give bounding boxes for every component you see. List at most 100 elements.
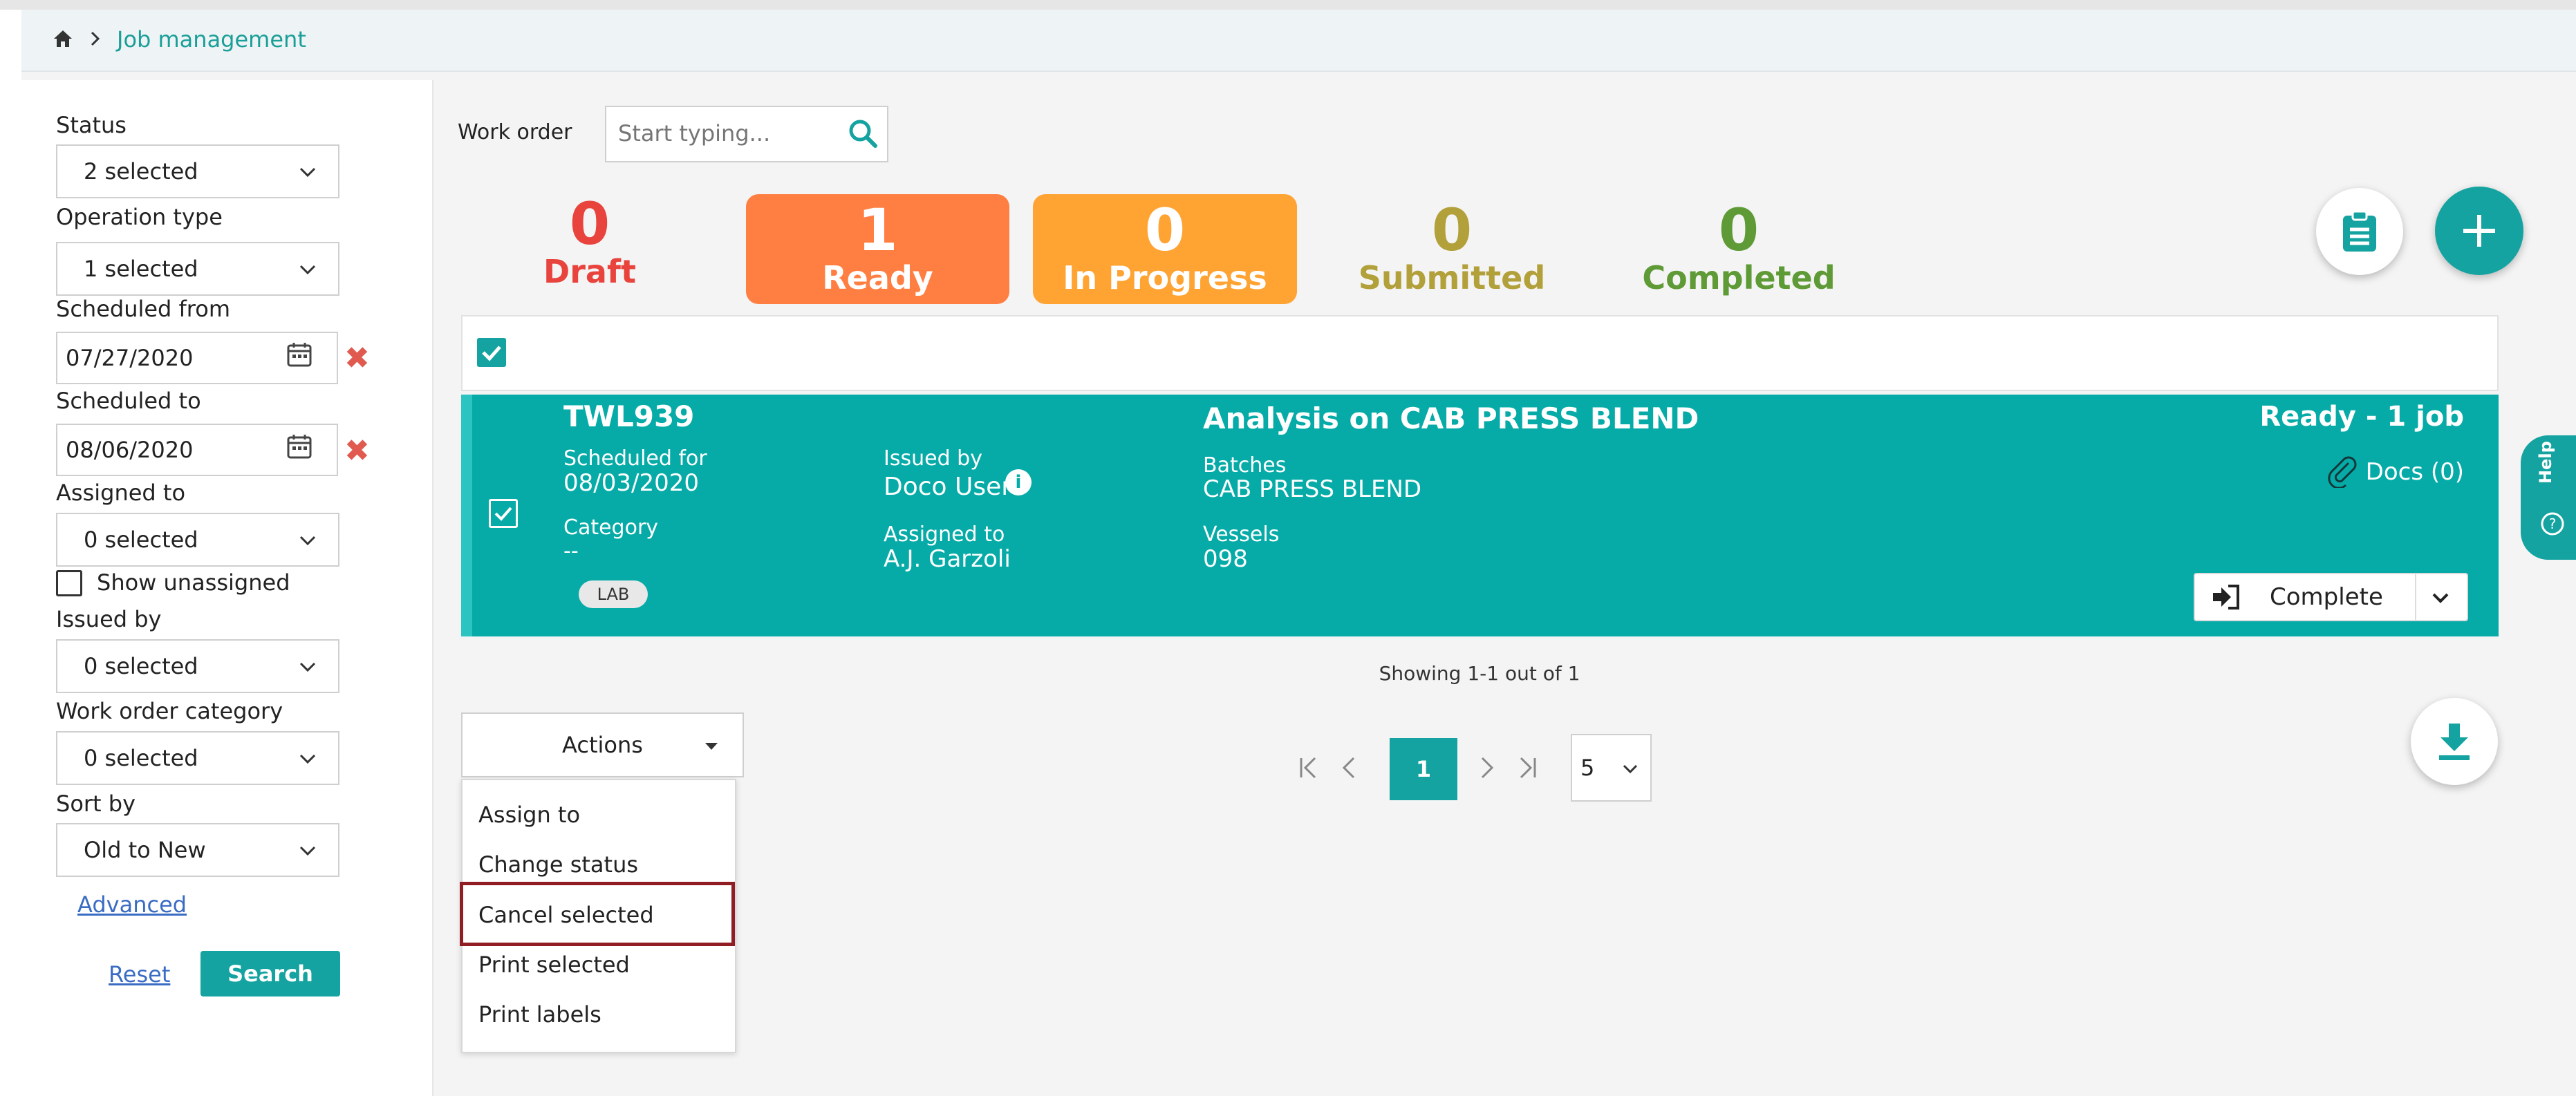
in-progress-count: 0 [1144, 196, 1186, 264]
breadcrumb-current[interactable]: Job management [117, 26, 306, 53]
scheduled-from-label: Scheduled from [56, 296, 230, 322]
job-checkbox[interactable] [489, 499, 518, 528]
clear-date-icon[interactable]: ✖ [344, 341, 370, 376]
left-edge [0, 0, 21, 1096]
chevron-down-icon [299, 167, 316, 178]
chevron-down-icon [1623, 764, 1638, 774]
results-count: Showing 1-1 out of 1 [1379, 662, 1580, 685]
select-all-checkbox[interactable] [477, 338, 506, 367]
calendar-icon[interactable] [286, 433, 312, 460]
completed-count: 0 [1718, 196, 1760, 264]
home-icon[interactable] [53, 29, 73, 48]
work-order-category-select[interactable]: 0 selected [56, 731, 339, 785]
completed-label: Completed [1642, 259, 1836, 296]
add-job-button[interactable] [2435, 187, 2523, 275]
actions-dropdown[interactable]: Actions [461, 712, 744, 777]
menu-item-change-status[interactable]: Change status [478, 851, 638, 878]
page-1-button[interactable]: 1 [1390, 738, 1457, 800]
chevron-down-icon [299, 536, 316, 546]
issued-by-label: Issued by [56, 606, 162, 632]
docs-link[interactable]: Docs (0) [2351, 458, 2464, 486]
checkmark-icon [494, 507, 512, 521]
complete-button-label: Complete [2270, 583, 2383, 611]
job-title[interactable]: Analysis on CAB PRESS BLEND [1203, 401, 1699, 435]
calendar-icon[interactable] [286, 341, 312, 368]
status-select[interactable]: 2 selected [56, 144, 339, 198]
page-size-select[interactable]: 5 [1571, 734, 1652, 802]
download-button[interactable] [2411, 698, 2498, 785]
status-submitted[interactable]: 0 Submitted [1348, 201, 1556, 296]
status-draft[interactable]: 0 Draft [519, 195, 661, 290]
batches-label: Batches [1203, 453, 1287, 478]
chevron-down-icon [299, 265, 316, 275]
next-page-icon[interactable] [1477, 754, 1497, 782]
issued-by-label-card: Issued by [884, 446, 982, 471]
menu-item-cancel-selected[interactable]: Cancel selected [478, 902, 654, 928]
reset-link[interactable]: Reset [109, 961, 170, 988]
show-unassigned-checkbox[interactable] [56, 570, 82, 596]
scheduled-to-label: Scheduled to [56, 388, 201, 414]
advanced-link[interactable]: Advanced [77, 891, 187, 918]
job-id[interactable]: TWL939 [563, 399, 694, 433]
issued-by-select[interactable]: 0 selected [56, 639, 339, 693]
submitted-count: 0 [1431, 196, 1473, 264]
batches-value: CAB PRESS BLEND [1203, 475, 1422, 503]
status-in-progress[interactable]: 0 In Progress [1033, 194, 1297, 304]
top-edge [0, 0, 2576, 10]
clipboard-button[interactable] [2316, 188, 2403, 275]
chevron-down-icon [299, 846, 316, 856]
help-circle-icon: ? [2541, 512, 2564, 536]
status-completed[interactable]: 0 Completed [1628, 201, 1849, 296]
sort-by-select-value: Old to New [84, 837, 206, 863]
work-order-category-label: Work order category [56, 698, 283, 724]
show-unassigned-label: Show unassigned [97, 569, 290, 596]
last-page-icon[interactable] [1514, 754, 1539, 782]
plus-icon [2463, 215, 2495, 247]
help-tab[interactable]: ? Help [2521, 435, 2576, 560]
sign-in-icon [2213, 585, 2239, 610]
assigned-to-label: Assigned to [56, 480, 186, 506]
menu-item-assign-to[interactable]: Assign to [478, 802, 580, 828]
menu-item-print-labels[interactable]: Print labels [478, 1001, 601, 1028]
assigned-to-select[interactable]: 0 selected [56, 513, 339, 567]
draft-label: Draft [543, 253, 636, 290]
chevron-down-icon [299, 754, 316, 764]
job-status-text: Ready - 1 job [2259, 401, 2464, 433]
work-order-input[interactable] [617, 114, 831, 153]
caret-down-icon [705, 743, 718, 750]
sort-by-select[interactable]: Old to New [56, 823, 339, 877]
search-button[interactable]: Search [200, 951, 340, 996]
prev-page-icon[interactable] [1338, 754, 1359, 782]
chevron-right-icon [91, 31, 100, 46]
operation-type-select[interactable]: 1 selected [56, 242, 339, 296]
work-order-label: Work order [458, 120, 572, 144]
search-icon[interactable] [847, 117, 879, 149]
complete-button[interactable]: Complete [2195, 574, 2415, 620]
submitted-label: Submitted [1358, 259, 1546, 296]
ready-label: Ready [822, 259, 933, 296]
download-icon [2439, 724, 2470, 760]
clear-date-icon[interactable]: ✖ [344, 433, 370, 469]
draft-count: 0 [569, 190, 610, 258]
in-progress-label: In Progress [1063, 259, 1267, 296]
issued-by-value: Doco User [884, 473, 1012, 501]
select-all-row [461, 315, 2499, 391]
sort-by-label: Sort by [56, 791, 136, 817]
scheduled-from-value: 07/27/2020 [66, 345, 194, 371]
category-tag: LAB [579, 580, 648, 608]
first-page-icon[interactable] [1297, 754, 1322, 782]
menu-item-print-selected[interactable]: Print selected [478, 952, 630, 978]
info-icon[interactable]: i [1005, 469, 1032, 495]
assigned-to-label-card: Assigned to [884, 522, 1005, 547]
work-order-category-select-value: 0 selected [84, 745, 198, 771]
breadcrumb [21, 10, 2576, 72]
status-ready[interactable]: 1 Ready [746, 194, 1009, 304]
assigned-to-value: A.J. Garzoli [884, 545, 1011, 573]
checkmark-icon [482, 346, 501, 361]
vessels-label: Vessels [1203, 522, 1280, 547]
category-label: Category [563, 516, 659, 540]
chevron-down-icon[interactable] [2428, 585, 2453, 610]
job-card-accent [461, 395, 472, 636]
svg-text:?: ? [2549, 516, 2557, 532]
scheduled-for-value: 08/03/2020 [563, 469, 699, 497]
